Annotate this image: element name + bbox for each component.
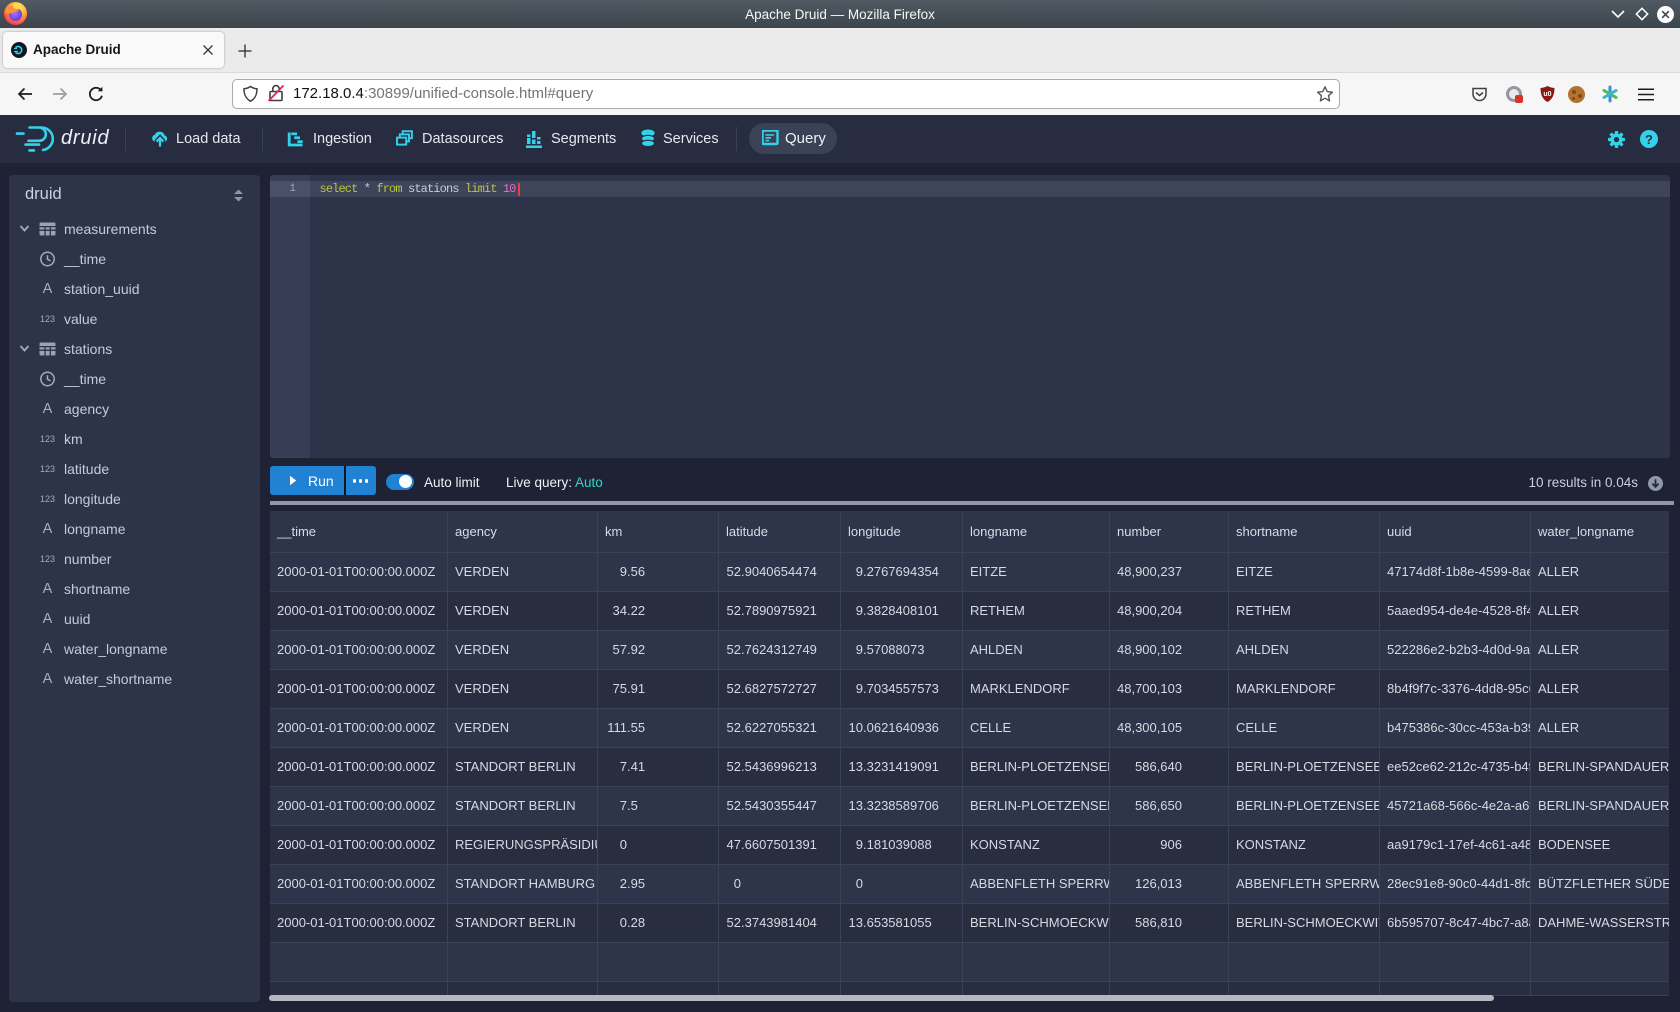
svg-text:u0: u0 bbox=[1543, 91, 1551, 98]
